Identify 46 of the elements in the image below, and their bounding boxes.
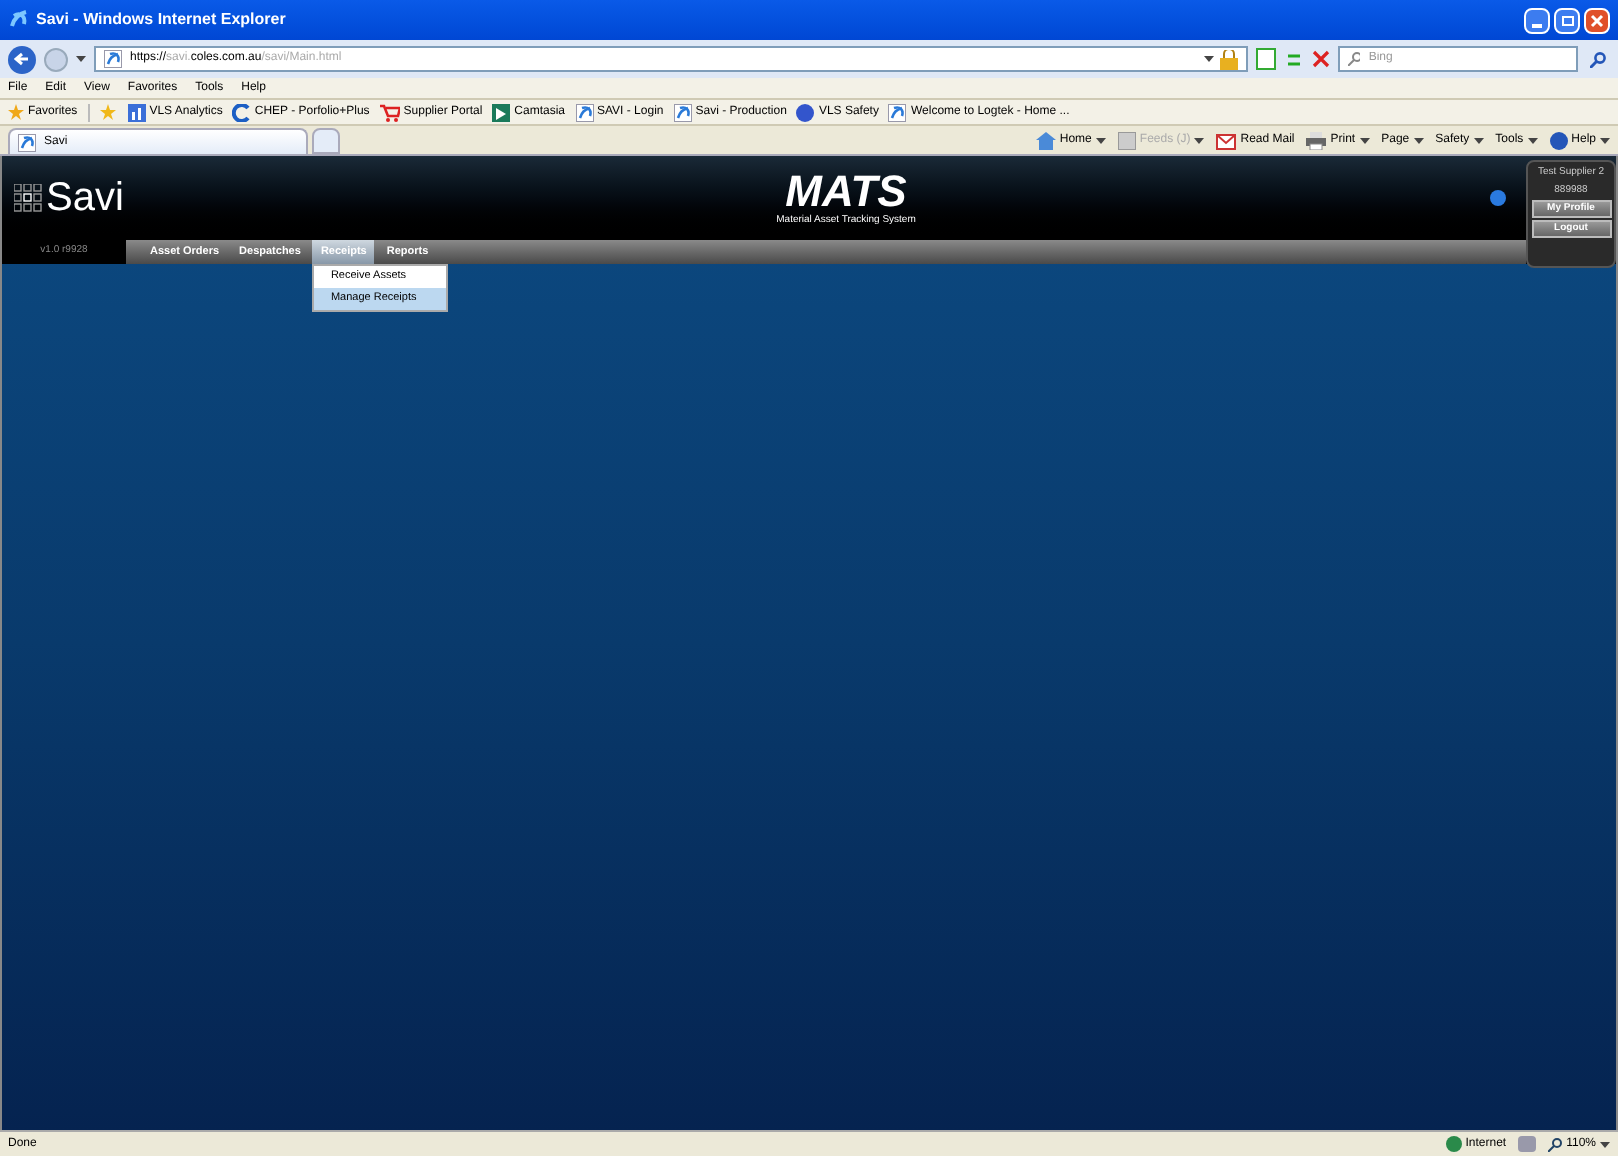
caret-icon [1413, 138, 1424, 144]
lock-icon [1220, 49, 1238, 69]
cart-icon [379, 103, 400, 121]
help-icon [1549, 132, 1568, 150]
caret-icon [1359, 138, 1370, 144]
caret-icon [1527, 138, 1538, 144]
caret-icon [1473, 138, 1484, 144]
search-icon [1590, 51, 1606, 67]
close-button[interactable] [1584, 7, 1610, 33]
window-title: Savi - Windows Internet Explorer [36, 8, 286, 32]
caret-icon [1600, 1141, 1610, 1147]
ie-logo-icon [8, 10, 28, 30]
back-arrow-icon [14, 52, 30, 66]
camtasia-icon [492, 103, 511, 121]
globe-icon [796, 103, 815, 121]
back-button[interactable] [8, 45, 36, 73]
stop-icon [1312, 50, 1330, 68]
search-icon [1348, 52, 1361, 66]
minimize-button[interactable] [1524, 7, 1550, 33]
restore-button[interactable] [1554, 7, 1580, 33]
mail-icon [1216, 133, 1237, 149]
ie-icon [104, 50, 122, 68]
ie-icon [673, 103, 692, 121]
magnifier-icon [1548, 1137, 1563, 1151]
caret-icon [76, 56, 86, 62]
globe-icon [1445, 1136, 1462, 1152]
star-icon [8, 104, 24, 120]
caret-icon [1194, 138, 1205, 144]
ie-icon [575, 103, 593, 121]
c-logo-icon [232, 103, 251, 121]
add-favorite-icon [99, 104, 118, 120]
caret-icon [1204, 56, 1214, 62]
close-icon [1590, 13, 1604, 27]
grid-logo-icon [14, 184, 42, 212]
ie-icon [888, 103, 907, 121]
caret-icon [1600, 138, 1610, 144]
savi-logo: Savi [46, 178, 124, 218]
printer-icon [1306, 132, 1327, 150]
help-icon [1490, 190, 1506, 206]
home-icon [1035, 132, 1056, 150]
caret-icon [1095, 138, 1106, 144]
feed-icon [1117, 132, 1136, 150]
search-button[interactable] [1586, 47, 1610, 71]
app-title: MATS [785, 169, 907, 214]
chart-icon [127, 103, 146, 121]
ie-icon [18, 133, 36, 151]
